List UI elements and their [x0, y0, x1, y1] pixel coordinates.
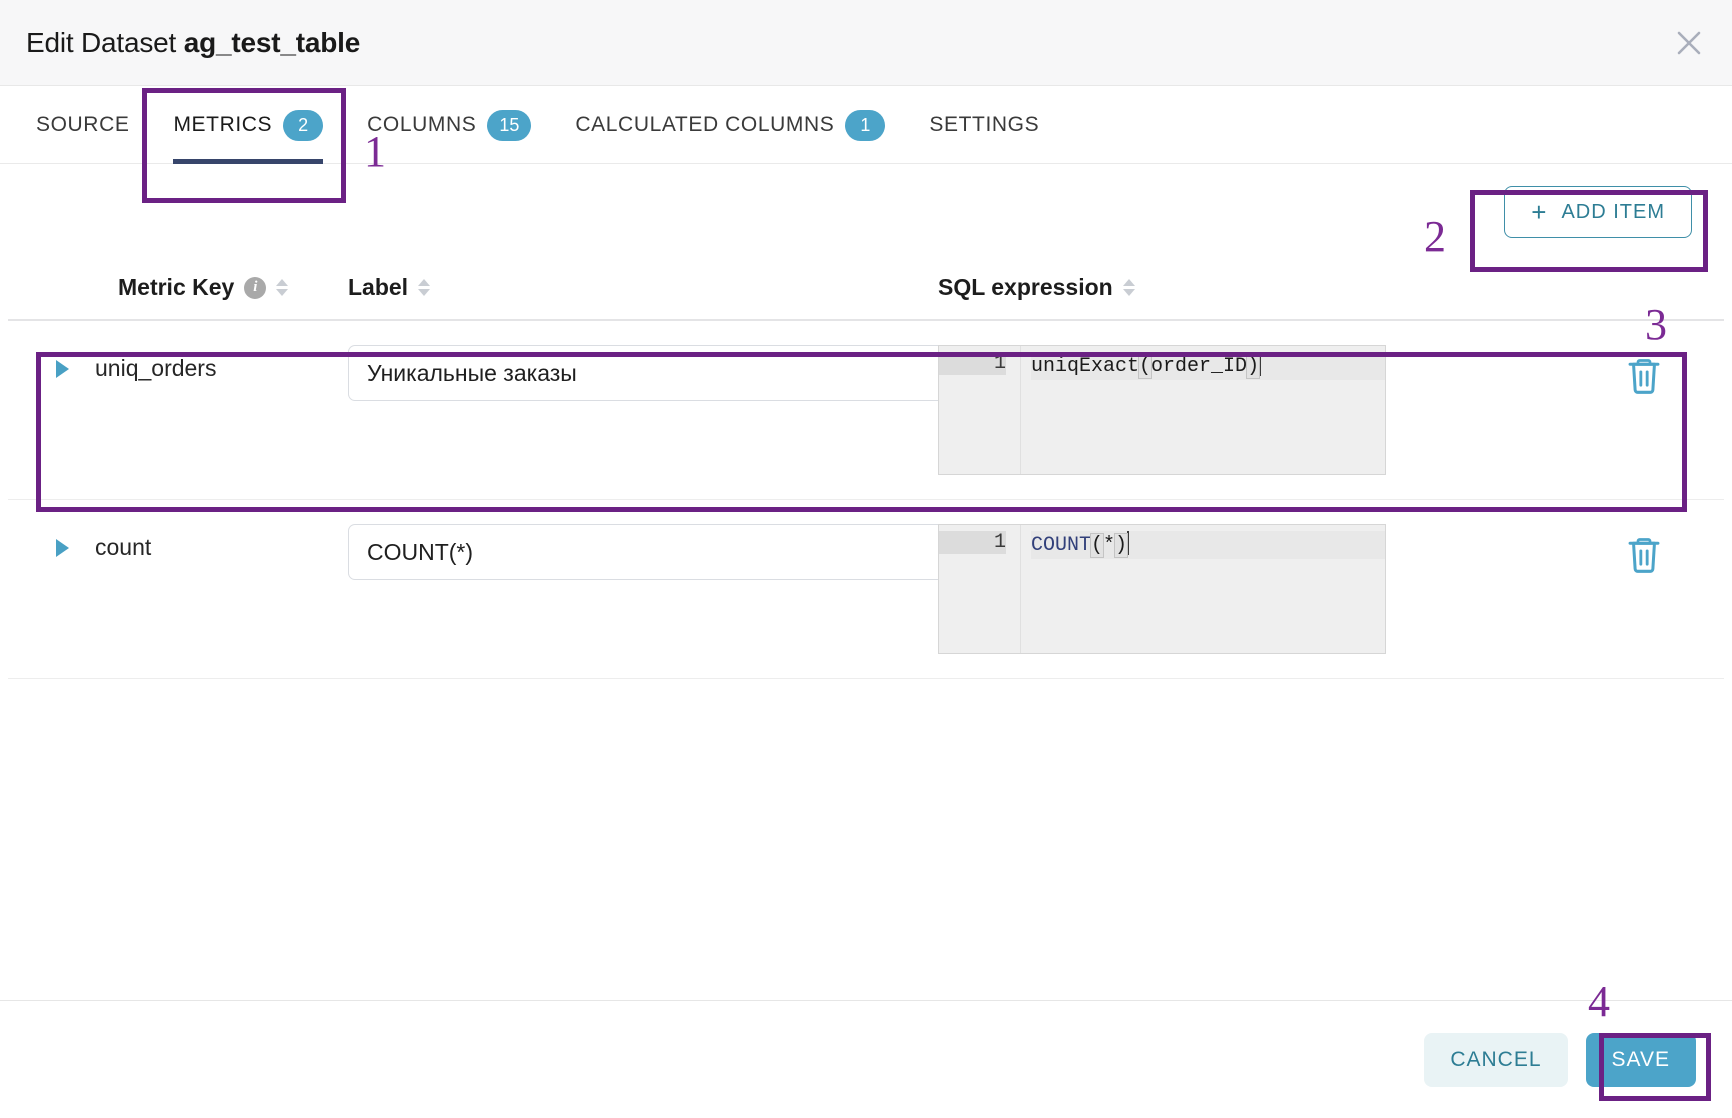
metric-key-cell: count: [8, 522, 348, 561]
sql-open-paren: (: [1138, 354, 1153, 379]
sql-editor[interactable]: 1 uniqExact(order_ID): [938, 345, 1386, 475]
tab-source-label: SOURCE: [36, 113, 130, 136]
tab-metrics-label: METRICS: [173, 113, 273, 136]
metric-label-input[interactable]: [348, 524, 978, 580]
line-number: 1: [939, 352, 1006, 375]
tab-bar: SOURCE METRICS 2 COLUMNS 15 CALCULATED C…: [0, 86, 1732, 164]
tab-calculated-columns-label: CALCULATED COLUMNS: [575, 113, 835, 136]
sort-metric-key-icon[interactable]: [276, 279, 289, 296]
metric-sql-cell: 1 COUNT(*): [938, 522, 1564, 654]
sql-argument: *: [1103, 534, 1116, 557]
tab-metrics[interactable]: METRICS 2: [151, 86, 345, 164]
modal-footer: CANCEL SAVE: [0, 1000, 1732, 1118]
metrics-table-header: Metric Key i Label SQL expression: [8, 238, 1724, 321]
text-cursor: [1127, 531, 1130, 555]
save-button[interactable]: SAVE: [1585, 1032, 1696, 1087]
sort-sql-icon[interactable]: [1122, 279, 1135, 296]
expand-caret-icon[interactable]: [56, 359, 69, 378]
text-cursor: [1259, 352, 1262, 376]
metric-key-value: count: [95, 534, 152, 560]
metric-label-cell: [348, 343, 978, 401]
metric-label-input[interactable]: [348, 345, 978, 401]
metric-key-value: uniq_orders: [95, 355, 217, 381]
tab-settings[interactable]: SETTINGS: [907, 86, 1061, 164]
dataset-name: ag_test_table: [183, 26, 361, 58]
sql-close-paren: ): [1114, 533, 1129, 558]
expand-caret-icon[interactable]: [56, 538, 69, 557]
page-title: Edit Dataset ag_test_table: [26, 27, 360, 59]
metrics-panel: + ADD ITEM Metric Key i Label SQL expres…: [0, 164, 1732, 1000]
sql-editor-gutter: 1: [939, 525, 1021, 653]
tab-metrics-badge: 2: [283, 109, 324, 141]
sql-column-label: SQL expression: [938, 274, 1113, 300]
tab-columns[interactable]: COLUMNS 15: [345, 86, 553, 164]
label-column-label: Label: [348, 274, 409, 300]
column-header-metric-key: Metric Key i: [8, 274, 348, 301]
metric-actions-cell: [1564, 522, 1724, 576]
sql-editor-code: COUNT(*): [1021, 525, 1385, 653]
metric-actions-cell: [1564, 343, 1724, 397]
sql-function-name: COUNT: [1031, 534, 1092, 557]
metrics-toolbar: + ADD ITEM: [0, 164, 1732, 238]
page-title-prefix: Edit Dataset: [26, 26, 184, 58]
sql-open-paren: (: [1090, 533, 1105, 558]
tab-columns-label: COLUMNS: [367, 113, 477, 136]
edit-dataset-modal: Edit Dataset ag_test_table SOURCE METRIC…: [0, 0, 1732, 1118]
table-row: count 1 COUNT(*): [8, 500, 1724, 679]
delete-icon[interactable]: [1625, 534, 1663, 576]
tab-settings-label: SETTINGS: [929, 113, 1040, 136]
sql-editor[interactable]: 1 COUNT(*): [938, 524, 1386, 654]
sql-function-name: uniqExact: [1031, 355, 1140, 378]
modal-header: Edit Dataset ag_test_table: [0, 0, 1732, 86]
metric-sql-cell: 1 uniqExact(order_ID): [938, 343, 1564, 475]
add-item-label: ADD ITEM: [1561, 200, 1665, 223]
table-row: uniq_orders 1 uniqExact(order_ID): [8, 321, 1724, 500]
metric-key-label: Metric Key: [118, 274, 235, 300]
column-header-label: Label: [348, 274, 938, 301]
sql-close-paren: ): [1246, 354, 1261, 379]
tab-columns-badge: 15: [487, 109, 532, 141]
info-icon[interactable]: i: [244, 276, 267, 299]
line-number: 1: [939, 531, 1006, 554]
sql-argument: order_ID: [1151, 355, 1248, 378]
sort-label-icon[interactable]: [418, 279, 431, 296]
column-header-sql-expression: SQL expression: [938, 274, 1564, 301]
tab-calculated-columns[interactable]: CALCULATED COLUMNS 1: [553, 86, 907, 164]
tab-calculated-columns-badge: 1: [845, 109, 886, 141]
sql-editor-code: uniqExact(order_ID): [1021, 346, 1385, 474]
cancel-button[interactable]: CANCEL: [1424, 1032, 1568, 1087]
plus-icon: +: [1531, 197, 1548, 227]
delete-icon[interactable]: [1625, 355, 1663, 397]
metric-label-cell: [348, 522, 978, 580]
sql-editor-gutter: 1: [939, 346, 1021, 474]
tab-source[interactable]: SOURCE: [14, 86, 151, 164]
metric-key-cell: uniq_orders: [8, 343, 348, 382]
add-item-button[interactable]: + ADD ITEM: [1504, 186, 1692, 238]
close-icon[interactable]: [1668, 22, 1710, 64]
